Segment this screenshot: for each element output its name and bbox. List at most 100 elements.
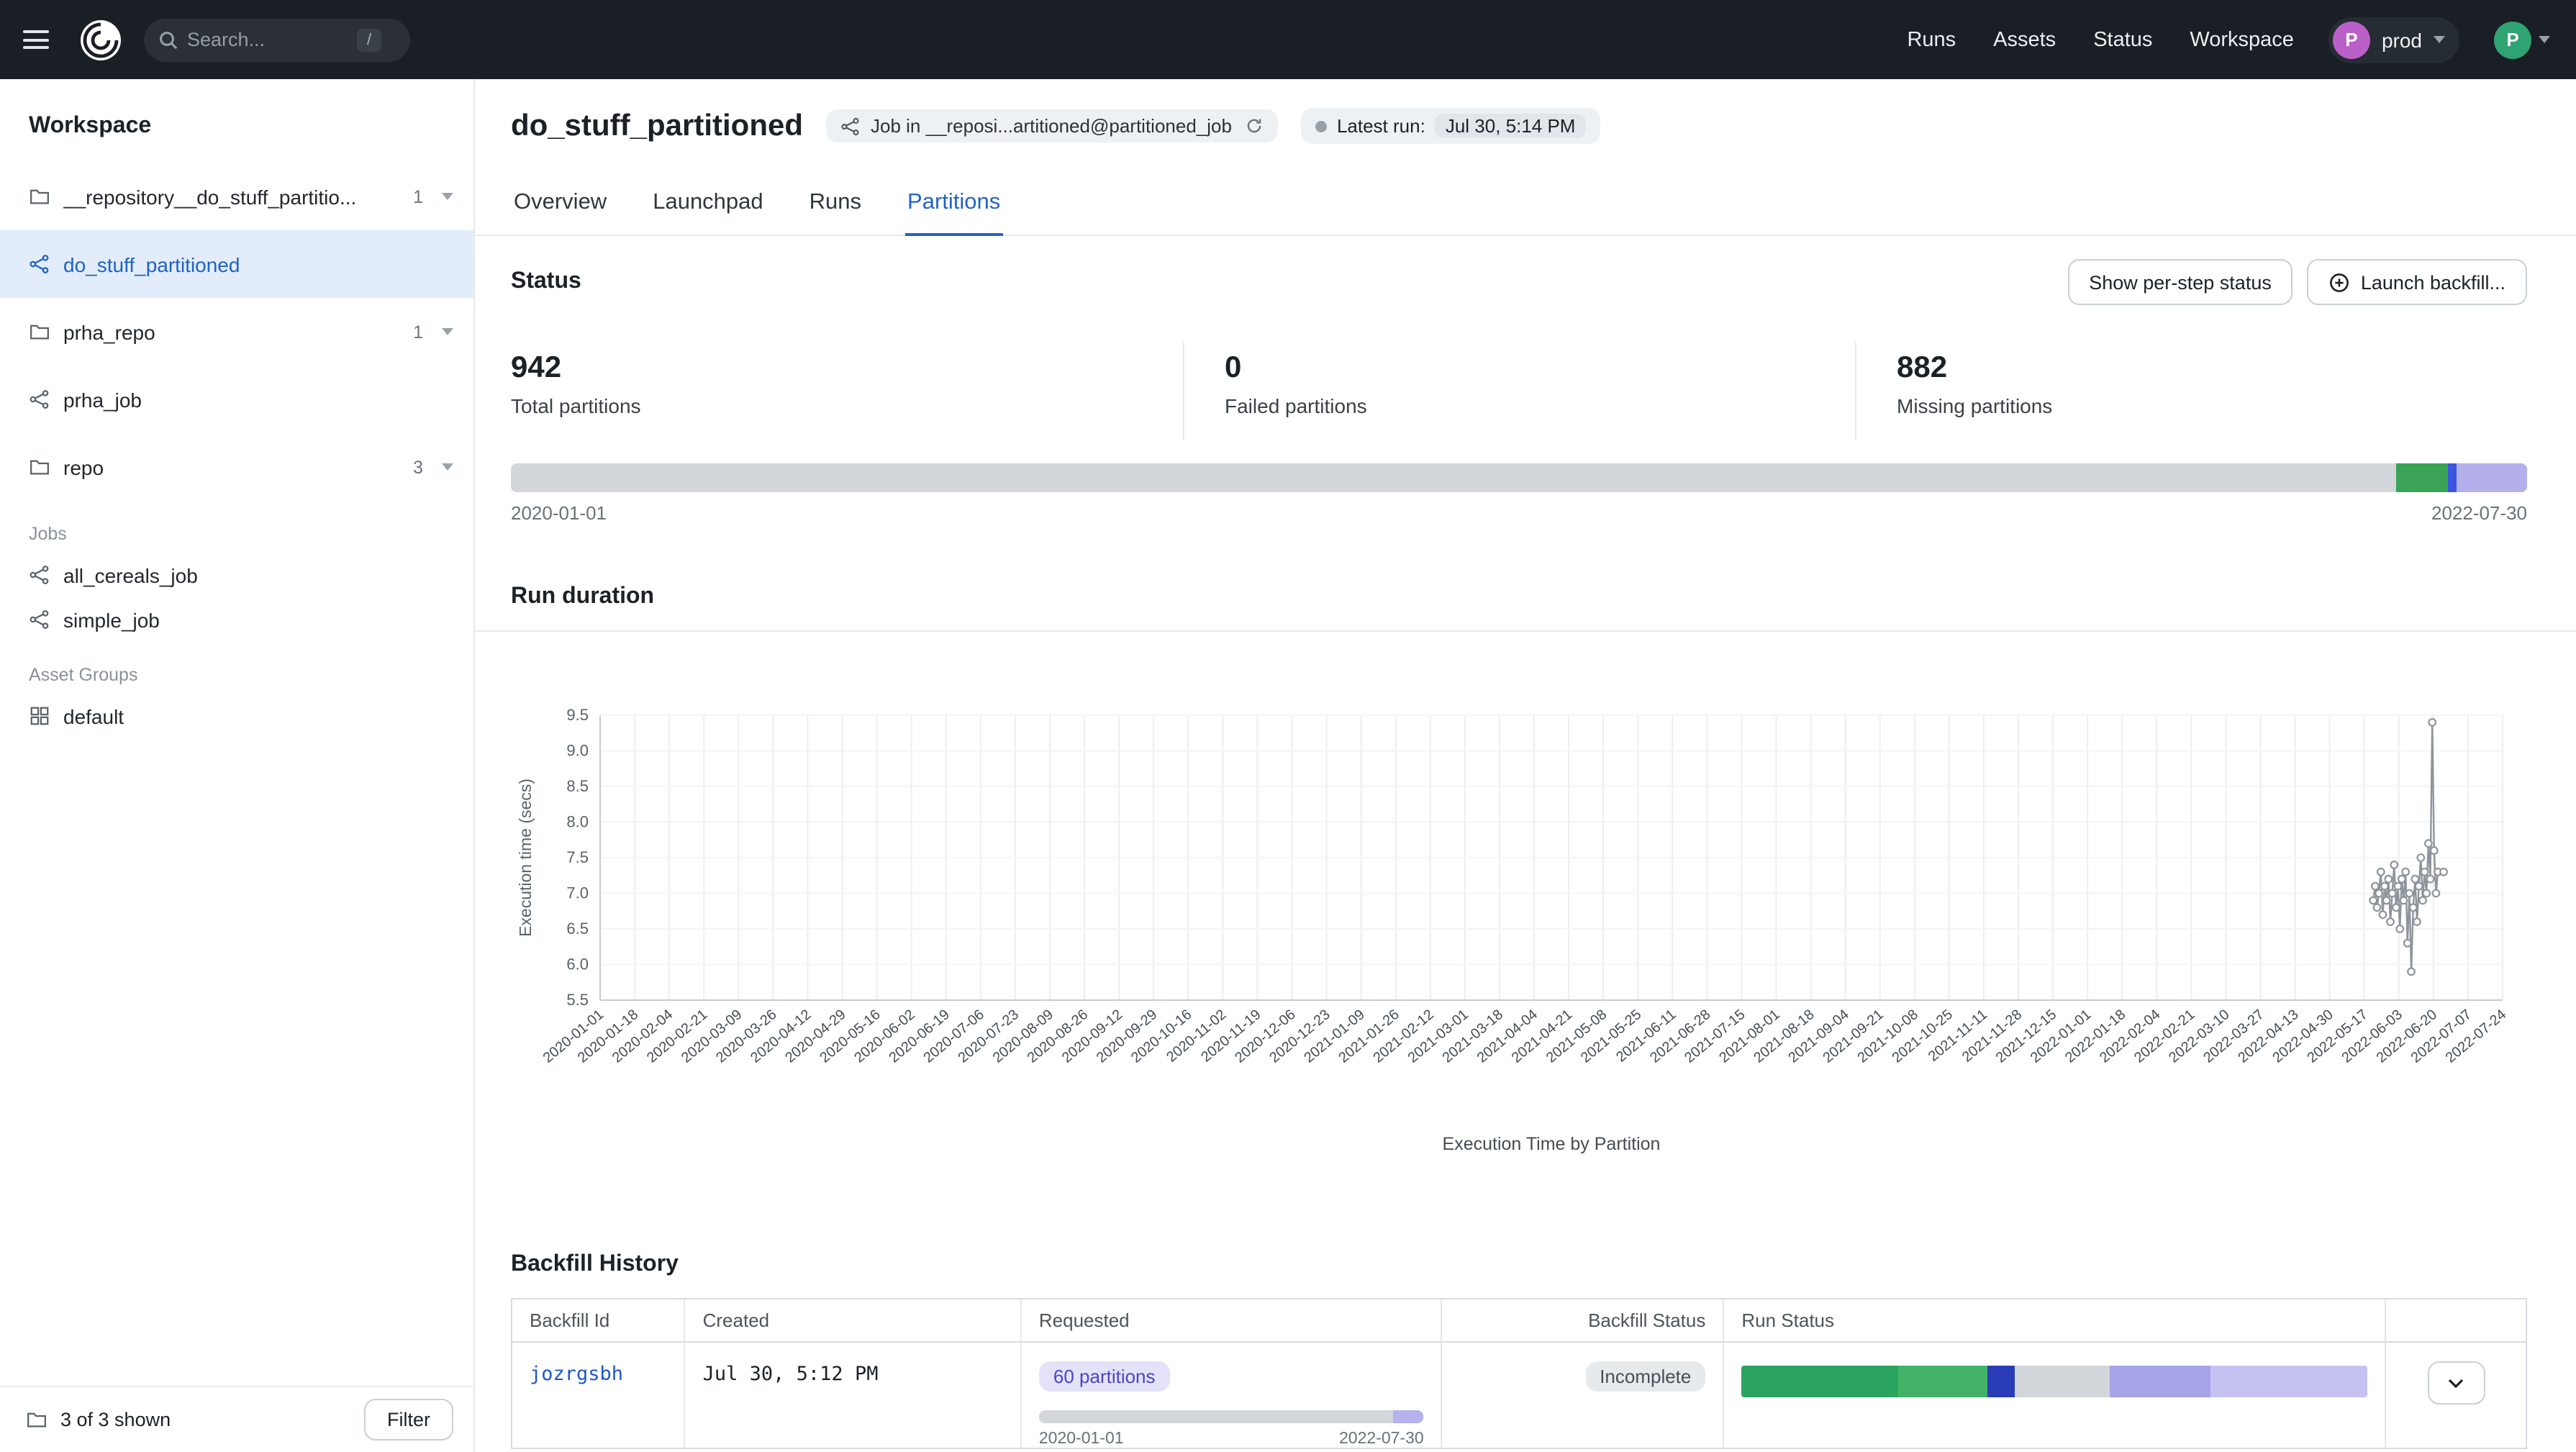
sidebar-section-title-jobs: Jobs bbox=[0, 501, 473, 553]
range-end: 2022-07-30 bbox=[1339, 1430, 1424, 1448]
deployment-switcher[interactable]: P prod bbox=[2328, 17, 2459, 63]
svg-text:5.5: 5.5 bbox=[566, 991, 589, 1009]
partition-date-range: 2020-01-01 2022-07-30 bbox=[511, 502, 2527, 524]
search-box[interactable]: / bbox=[144, 18, 410, 61]
item-count-badge: 3 bbox=[413, 457, 423, 477]
nav-link-runs[interactable]: Runs bbox=[1907, 28, 1956, 51]
row-actions-cell bbox=[2387, 1343, 2526, 1448]
partition-status-bar[interactable] bbox=[511, 463, 2527, 492]
stat-label: Total partitions bbox=[511, 394, 1183, 417]
run-status-bar[interactable] bbox=[1741, 1366, 2368, 1397]
sidebar-item-repo[interactable]: repo 3 bbox=[0, 433, 473, 501]
svg-text:Execution Time by Partition: Execution Time by Partition bbox=[1443, 1134, 1661, 1154]
chevron-down-icon[interactable] bbox=[442, 328, 453, 335]
item-count-badge: 1 bbox=[413, 322, 423, 342]
job-icon bbox=[29, 253, 50, 275]
nav-link-status[interactable]: Status bbox=[2093, 28, 2152, 51]
partition-stats: 942Total partitions0Failed partitions 882… bbox=[511, 342, 2527, 440]
dagster-app: / Runs Assets Status Workspace P prod P Wor… bbox=[0, 0, 2576, 1452]
sidebar-item-prha-job[interactable]: prha_job bbox=[0, 366, 473, 433]
requested-date-range: 2020-01-012022-07-30 bbox=[1039, 1430, 1424, 1448]
svg-text:Execution time (secs): Execution time (secs) bbox=[516, 779, 535, 937]
partition-bar-segment bbox=[2396, 463, 2449, 492]
nav-link-workspace[interactable]: Workspace bbox=[2190, 28, 2294, 51]
run-status-segment bbox=[1898, 1366, 1987, 1397]
dagster-logo-icon[interactable] bbox=[78, 17, 124, 63]
backfill-id-link[interactable]: jozrgsbh bbox=[530, 1363, 623, 1386]
stat-failed-partitions: 0Failed partitions bbox=[1183, 342, 1855, 440]
backfill-history-section: Backfill History bbox=[475, 1166, 2576, 1298]
run-duration-heading: Run duration bbox=[511, 584, 2540, 610]
svg-text:6.5: 6.5 bbox=[566, 920, 589, 938]
backfill-status-cell: Incomplete bbox=[1443, 1343, 1725, 1448]
job-icon bbox=[29, 389, 50, 410]
stat-value: 882 bbox=[1897, 351, 2527, 386]
progress-segment bbox=[1393, 1410, 1424, 1423]
partition-bar-segment bbox=[511, 463, 2396, 492]
nav-link-assets[interactable]: Assets bbox=[1993, 28, 2056, 51]
status-heading: Status bbox=[511, 269, 581, 295]
refresh-icon[interactable] bbox=[1245, 117, 1264, 135]
svg-text:9.0: 9.0 bbox=[566, 742, 589, 760]
job-tag: Job in __reposi...artitioned@partitioned… bbox=[826, 109, 1278, 142]
folder-icon bbox=[29, 456, 50, 478]
sidebar-item-default[interactable]: default bbox=[0, 694, 473, 738]
asset-group-icon bbox=[29, 705, 50, 727]
created-cell: Jul 30, 5:12 PM bbox=[686, 1343, 1022, 1448]
launch-backfill-button[interactable]: Launch backfill... bbox=[2308, 259, 2527, 305]
job-icon bbox=[840, 116, 861, 136]
sidebar-item-label: default bbox=[63, 704, 453, 727]
chevron-down-icon[interactable] bbox=[442, 193, 453, 200]
svg-text:8.5: 8.5 bbox=[566, 777, 589, 795]
job-icon bbox=[29, 564, 50, 586]
filter-button[interactable]: Filter bbox=[364, 1399, 453, 1440]
sidebar-item-do-stuff-partitioned[interactable]: do_stuff_partitioned bbox=[0, 230, 473, 298]
backfill-table-header: Backfill IdCreatedRequestedBackfill Stat… bbox=[512, 1299, 2526, 1343]
sidebar-sections: Jobsall_cereals_jobsimple_jobAsset Group… bbox=[0, 501, 473, 738]
launch-backfill-label: Launch backfill... bbox=[2361, 271, 2505, 293]
job-tag-label: Job in __reposi...artitioned@partitioned… bbox=[871, 115, 1232, 137]
stat-total-partitions: 942Total partitions bbox=[511, 342, 1183, 440]
run-duration-section: Run duration bbox=[475, 584, 2576, 632]
sidebar-item-prha-repo[interactable]: prha_repo1 bbox=[0, 298, 473, 366]
show-per-step-status-button[interactable]: Show per-step status bbox=[2067, 259, 2293, 305]
svg-text:9.5: 9.5 bbox=[566, 706, 589, 724]
partition-bar-segment bbox=[2457, 463, 2527, 492]
column-header-created: Created bbox=[686, 1299, 1022, 1343]
run-status-segment bbox=[2109, 1366, 2210, 1397]
stat-label: Missing partitions bbox=[1897, 394, 2527, 417]
menu-icon[interactable] bbox=[23, 25, 52, 54]
latest-run-time[interactable]: Jul 30, 5:14 PM bbox=[1436, 114, 1586, 138]
item-count-badge: 1 bbox=[413, 186, 423, 207]
search-input[interactable] bbox=[187, 29, 348, 50]
chevron-down-icon[interactable] bbox=[442, 463, 453, 471]
user-menu[interactable]: P bbox=[2494, 21, 2550, 58]
run-status-segment bbox=[1741, 1366, 1898, 1397]
run-status-cell bbox=[1724, 1343, 2387, 1448]
top-nav: / Runs Assets Status Workspace P prod P bbox=[0, 0, 2576, 79]
sidebar-item-label: __repository__do_stuff_partitio... bbox=[63, 185, 400, 208]
expand-row-button[interactable] bbox=[2427, 1361, 2485, 1405]
created-value: Jul 30, 5:12 PM bbox=[703, 1363, 879, 1386]
requested-partitions-chip[interactable]: 60 partitions bbox=[1039, 1361, 1170, 1392]
latest-run-tag: Latest run: Jul 30, 5:14 PM bbox=[1301, 108, 1600, 144]
table-row: jozrgsbh Jul 30, 5:12 PM 60 partitions 2020… bbox=[512, 1343, 2526, 1448]
column-header-backfill-id: Backfill Id bbox=[512, 1299, 686, 1343]
sidebar-item-simple-job[interactable]: simple_job bbox=[0, 597, 473, 642]
tab-launchpad[interactable]: Launchpad bbox=[650, 178, 766, 235]
backfill-id-cell: jozrgsbh bbox=[512, 1343, 686, 1448]
sidebar-item-label: simple_job bbox=[63, 608, 453, 631]
tab-partitions[interactable]: Partitions bbox=[904, 178, 1003, 236]
tab-overview[interactable]: Overview bbox=[511, 178, 609, 235]
workspace-sidebar: Workspace __repository__do_stuff_partiti… bbox=[0, 79, 475, 1452]
tab-runs[interactable]: Runs bbox=[807, 178, 864, 235]
sidebar-item-label: repo bbox=[63, 455, 400, 478]
backfill-history-heading: Backfill History bbox=[511, 1252, 2540, 1278]
requested-cell: 60 partitions 2020-01-012022-07-30 bbox=[1022, 1343, 1443, 1448]
column-header-actions bbox=[2387, 1299, 2526, 1343]
latest-run-label: Latest run: bbox=[1337, 115, 1425, 137]
sidebar-item-repository-do-stuff-partitio[interactable]: __repository__do_stuff_partitio... 1 bbox=[0, 163, 473, 230]
run-status-segment bbox=[2015, 1366, 2109, 1397]
status-dot-icon bbox=[1315, 120, 1327, 132]
sidebar-item-all-cereals-job[interactable]: all_cereals_job bbox=[0, 553, 473, 597]
